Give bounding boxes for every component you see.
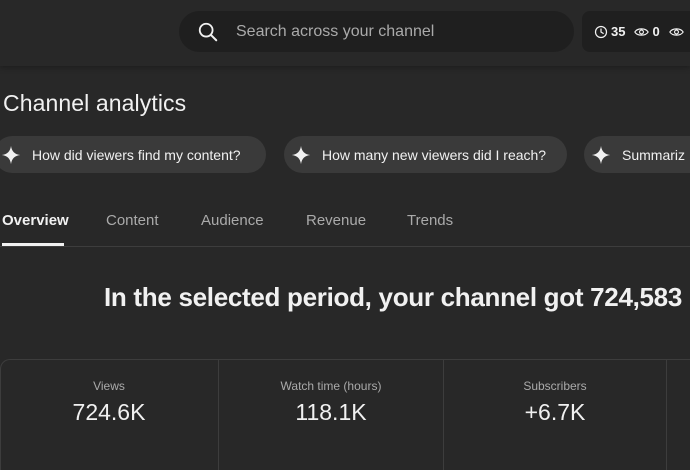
chip-label: How many new viewers did I reach? (322, 146, 547, 163)
analytics-tabs: Overview Content Audience Revenue Trends (0, 200, 690, 247)
sparkle-icon (0, 144, 22, 166)
metric-value: 118.1K (295, 399, 367, 425)
metric-label: Views (93, 379, 125, 393)
chip-label: Summariz (622, 146, 686, 163)
metric-card-watch-time[interactable]: Watch time (hours) 118.1K (219, 360, 444, 470)
tab-revenue[interactable]: Revenue (306, 212, 366, 229)
views-stat-2 (668, 26, 687, 38)
chip-summarize[interactable]: Summariz (584, 136, 690, 173)
top-header: Search across your channel 35 0 (0, 0, 690, 66)
chip-viewers-find-content[interactable]: How did viewers find my content? (0, 136, 266, 173)
suggestion-chips: How did viewers find my content? How man… (0, 136, 690, 173)
chip-new-viewers-reach[interactable]: How many new viewers did I reach? (284, 136, 567, 173)
period-summary-headline: In the selected period, your channel got… (104, 282, 683, 312)
metric-label: Watch time (hours) (280, 379, 382, 393)
metric-value: +6.7K (524, 399, 586, 425)
metric-card-views[interactable]: Views 724.6K (0, 360, 219, 470)
chip-label: How did viewers find my content? (32, 146, 241, 163)
history-stat: 35 (594, 24, 625, 39)
search-icon (196, 20, 220, 44)
active-tab-indicator (2, 243, 64, 246)
realtime-stats[interactable]: 35 0 (582, 11, 690, 52)
page-title: Channel analytics (3, 90, 187, 116)
metric-label: Subscribers (523, 379, 587, 393)
metric-value: 724.6K (72, 399, 146, 425)
key-metrics: Views 724.6K Watch time (hours) 118.1K S… (0, 359, 690, 470)
metric-card-subscribers[interactable]: Subscribers +6.7K (444, 360, 667, 470)
search-box[interactable]: Search across your channel (179, 11, 574, 52)
tab-trends[interactable]: Trends (407, 212, 453, 229)
views-stat: 0 (634, 24, 660, 39)
views-count: 0 (652, 24, 660, 39)
eye-icon (634, 27, 650, 36)
search-input[interactable]: Search across your channel (236, 23, 434, 41)
sparkle-icon (290, 144, 312, 166)
tab-overview[interactable]: Overview (2, 212, 69, 229)
eye-icon (668, 27, 684, 36)
sparkle-icon (590, 144, 612, 166)
tab-content[interactable]: Content (106, 212, 159, 229)
channel-analytics-page: Search across your channel 35 0 Channel … (0, 0, 690, 470)
tab-audience[interactable]: Audience (201, 212, 264, 229)
history-count: 35 (611, 24, 626, 39)
clock-icon (594, 25, 608, 38)
